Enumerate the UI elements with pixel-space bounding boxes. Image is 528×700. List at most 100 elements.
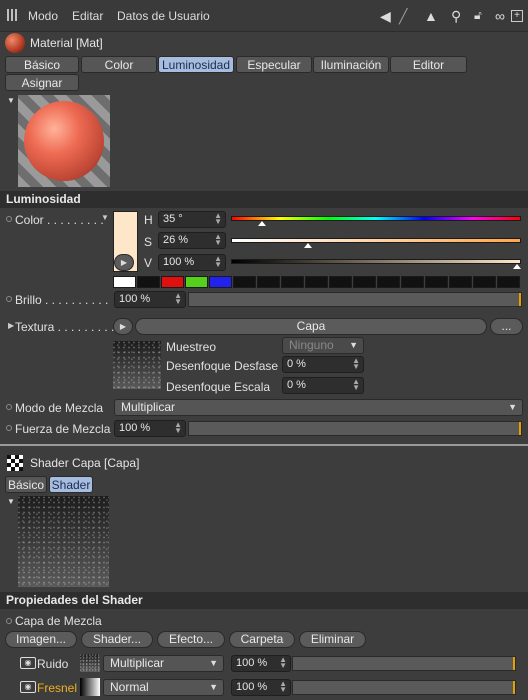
layer-name[interactable]: Ruido [37, 657, 68, 671]
modo-mezcla-animate-dot[interactable] [6, 404, 12, 410]
shader-button[interactable]: Shader... [81, 631, 153, 648]
material-icon [5, 33, 25, 53]
imagen-button[interactable]: Imagen... [5, 631, 77, 648]
color-animate-dot[interactable] [6, 216, 12, 222]
s-label: S [144, 235, 153, 249]
color-preset-swatch[interactable] [425, 276, 448, 288]
menu-editar[interactable]: Editar [72, 9, 103, 23]
efecto-button[interactable]: Efecto... [157, 631, 225, 648]
menu-modo[interactable]: Modo [28, 9, 58, 23]
section-luminosidad: Luminosidad [0, 191, 528, 208]
brillo-field[interactable]: 100 % ▲ ▼ [114, 291, 186, 308]
value-handle-icon[interactable] [513, 264, 521, 269]
layer-value-field[interactable]: 100 % ▲ ▼ [231, 655, 291, 672]
shader-tab-basico[interactable]: Básico [5, 476, 47, 493]
tab-asignar[interactable]: Asignar [5, 74, 79, 91]
color-preset-swatch[interactable] [113, 276, 136, 288]
hue-handle-icon[interactable] [258, 221, 267, 226]
tab-iluminacion[interactable]: Iluminación [313, 56, 389, 73]
back-arrow-icon[interactable]: ◀ [380, 8, 391, 25]
search-icon[interactable]: ⚲ [451, 8, 461, 25]
eye-icon[interactable]: ◉ [20, 657, 36, 669]
color-picker-button[interactable]: ▶ [114, 254, 134, 271]
saturation-handle-icon[interactable] [304, 243, 313, 248]
color-preset-swatch[interactable] [497, 276, 520, 288]
tab-luminosidad[interactable]: Luminosidad [158, 56, 234, 73]
brillo-animate-dot[interactable] [6, 296, 12, 302]
color-preset-swatch[interactable] [401, 276, 424, 288]
capa-mezcla-animate-dot[interactable] [6, 618, 12, 624]
textura-label: Textura . . . . . . . . . [15, 320, 115, 334]
desenfoque-escala-label: Desenfoque Escala [166, 380, 271, 394]
checker-icon [7, 455, 23, 471]
desenfoque-desfase-label: Desenfoque Desfase [166, 359, 279, 373]
brillo-slider[interactable] [188, 292, 522, 307]
tab-especular[interactable]: Especular [236, 56, 312, 73]
color-preset-swatch[interactable] [305, 276, 328, 288]
saturation-slider[interactable] [231, 238, 521, 243]
v-field[interactable]: 100 % ▲ ▼ [158, 254, 226, 271]
muestreo-dropdown[interactable]: Ninguno ▼ [282, 337, 364, 354]
hue-slider[interactable] [231, 216, 521, 221]
panel-divider[interactable] [0, 444, 528, 446]
s-field[interactable]: 26 % ▲ ▼ [158, 232, 226, 249]
textura-menu-button[interactable]: ▶ [113, 318, 133, 335]
fuerza-mezcla-slider[interactable] [188, 421, 522, 436]
color-preset-swatch[interactable] [329, 276, 352, 288]
desenfoque-escala-field[interactable]: 0 % ▲ ▼ [282, 377, 364, 394]
brillo-label: Brillo . . . . . . . . . . [15, 293, 109, 307]
textura-expand-icon[interactable]: ▶ [8, 321, 14, 330]
shader-tab-shader[interactable]: Shader [49, 476, 93, 493]
color-preset-swatch[interactable] [281, 276, 304, 288]
layer-row-ruido: ◉ Ruido Multiplicar ▼ 100 % ▲ ▼ [0, 654, 528, 676]
color-dropdown-arrow-icon[interactable]: ▼ [101, 213, 109, 222]
layer-value-field[interactable]: 100 % ▲ ▼ [231, 679, 291, 696]
new-window-icon[interactable]: + [511, 10, 523, 22]
material-title: Material [Mat] [30, 36, 103, 50]
shader-collapse-icon[interactable]: ▼ [7, 497, 15, 506]
tab-basico[interactable]: Básico [5, 56, 79, 73]
fuerza-mezcla-label: Fuerza de Mezcla [15, 422, 111, 436]
carpeta-button[interactable]: Carpeta [229, 631, 295, 648]
h-label: H [144, 213, 153, 227]
color-label: Color . . . . . . . . . [15, 213, 104, 227]
tab-color[interactable]: Color [81, 56, 157, 73]
color-preset-swatch[interactable] [449, 276, 472, 288]
color-preset-swatch[interactable] [137, 276, 160, 288]
fuerza-mezcla-animate-dot[interactable] [6, 425, 12, 431]
color-preset-swatch[interactable] [161, 276, 184, 288]
collapse-triangle-icon[interactable]: ▼ [7, 96, 15, 105]
eliminar-button[interactable]: Eliminar [299, 631, 366, 648]
color-preset-swatch[interactable] [185, 276, 208, 288]
color-preset-swatch[interactable] [353, 276, 376, 288]
color-preset-swatch[interactable] [233, 276, 256, 288]
tab-editor[interactable]: Editor [390, 56, 467, 73]
link-icon[interactable]: ∞ [495, 8, 505, 24]
modo-mezcla-dropdown[interactable]: Multiplicar ▼ [114, 399, 523, 416]
eye-icon[interactable]: ◉ [20, 681, 36, 693]
fuerza-mezcla-field[interactable]: 100 % ▲ ▼ [114, 420, 186, 437]
capa-mezcla-label: Capa de Mezcla [15, 614, 102, 628]
menu-datos-usuario[interactable]: Datos de Usuario [117, 9, 210, 23]
layer-value-slider[interactable] [292, 656, 516, 671]
textura-more-button[interactable]: ... [490, 318, 523, 335]
lock-icon[interactable]: 🔓︎ [474, 8, 482, 23]
color-preset-swatch[interactable] [257, 276, 280, 288]
color-preset-swatch[interactable] [473, 276, 496, 288]
color-preset-swatch[interactable] [377, 276, 400, 288]
layer-mode-dropdown[interactable]: Multiplicar ▼ [103, 655, 224, 672]
color-preset-swatch[interactable] [209, 276, 232, 288]
forward-arrow-icon[interactable]: ╱ [399, 8, 407, 25]
desenfoque-desfase-field[interactable]: 0 % ▲ ▼ [282, 356, 364, 373]
grip-icon[interactable] [7, 9, 19, 21]
h-field[interactable]: 35 ° ▲ ▼ [158, 211, 226, 228]
layer-mode-dropdown[interactable]: Normal ▼ [103, 679, 224, 696]
section-propiedades-shader: Propiedades del Shader [0, 592, 528, 609]
layer-value-slider[interactable] [292, 680, 516, 695]
up-arrow-icon[interactable]: ▲ [424, 8, 438, 24]
textura-shader-button[interactable]: Capa [135, 318, 487, 335]
shader-title: Shader Capa [Capa] [30, 456, 140, 470]
value-slider[interactable] [231, 259, 521, 264]
color-presets [113, 276, 523, 288]
layer-name[interactable]: Fresnel [37, 681, 77, 695]
